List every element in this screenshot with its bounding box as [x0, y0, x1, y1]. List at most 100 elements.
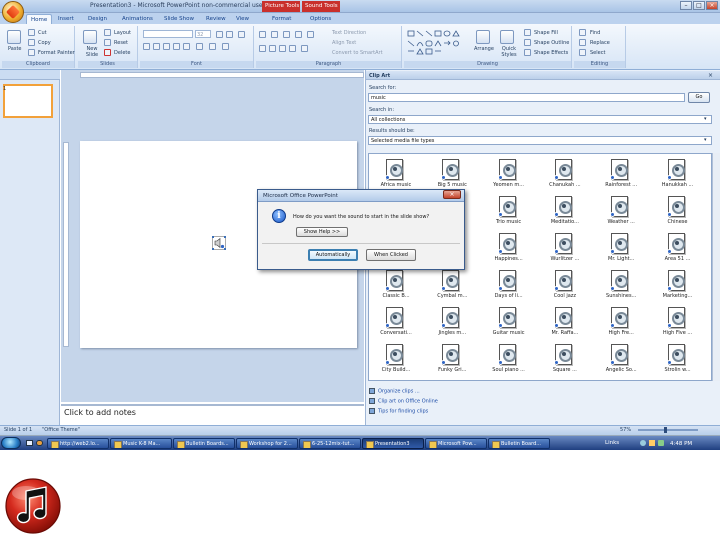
clip-item[interactable]: Sunshines...	[598, 269, 644, 305]
when-clicked-button[interactable]: When Clicked	[366, 249, 416, 261]
shape-outline-button[interactable]: Shape Outline	[534, 40, 569, 46]
select-icon[interactable]	[579, 49, 586, 56]
search-input[interactable]: music	[368, 93, 685, 102]
close-button[interactable]: ×	[706, 1, 718, 10]
line-spacing-icon[interactable]	[307, 31, 314, 38]
notes-placeholder[interactable]: Click to add notes	[64, 408, 136, 417]
start-button[interactable]	[1, 437, 21, 449]
clip-item[interactable]: Conversati...	[373, 306, 419, 342]
taskbar-button[interactable]: 6-25-12mix-tut...	[299, 438, 361, 449]
paste-label[interactable]: Paste	[8, 46, 22, 52]
shape-fill-icon[interactable]	[524, 29, 531, 36]
italic-icon[interactable]	[153, 43, 160, 50]
clip-item[interactable]: Chinese	[655, 195, 701, 231]
show-help-button[interactable]: Show Help >>	[296, 227, 348, 237]
align-right-icon[interactable]	[279, 45, 286, 52]
select-button[interactable]: Select	[590, 50, 605, 56]
taskbar-button[interactable]: Bulletin Board...	[488, 438, 550, 449]
zoom-slider[interactable]	[638, 429, 698, 431]
format-painter-button[interactable]: Format Painter	[38, 50, 75, 56]
clip-item[interactable]: Weather ...	[598, 195, 644, 231]
tab-animations[interactable]: Animations	[118, 14, 157, 24]
delete-button[interactable]: Delete	[114, 50, 130, 56]
maximize-button[interactable]: □	[693, 1, 705, 10]
clip-item[interactable]: Guitar music	[486, 306, 532, 342]
office-online-link[interactable]: Clip art on Office Online	[369, 398, 438, 405]
clip-item[interactable]: Square ...	[542, 343, 588, 379]
tab-view[interactable]: View	[232, 14, 253, 24]
clip-item[interactable]: Jingles m...	[429, 306, 475, 342]
shapes-gallery[interactable]	[407, 29, 469, 55]
results-select[interactable]: Selected media file types	[368, 136, 712, 145]
clip-item[interactable]: Cymbal m...	[429, 269, 475, 305]
clip-item[interactable]: Marketing...	[655, 269, 701, 305]
paste-icon[interactable]	[7, 30, 21, 44]
results-dropdown-icon[interactable]: ▾	[704, 137, 707, 143]
reset-icon[interactable]	[104, 39, 111, 46]
cut-icon[interactable]	[28, 29, 35, 36]
new-slide-button[interactable]: New Slide	[81, 46, 103, 58]
security-icon[interactable]	[658, 440, 664, 446]
increase-indent-icon[interactable]	[295, 31, 302, 38]
bold-icon[interactable]	[143, 43, 150, 50]
clip-item[interactable]: Hanukkah ...	[655, 158, 701, 194]
slide-thumbnail[interactable]	[3, 84, 53, 118]
clip-item[interactable]: Funky Gri...	[429, 343, 475, 379]
bullets-icon[interactable]	[259, 31, 266, 38]
shadow-icon[interactable]	[183, 43, 190, 50]
show-desktop-icon[interactable]	[26, 440, 33, 446]
cut-button[interactable]: Cut	[38, 30, 47, 36]
dialog-close-button[interactable]: ×	[443, 190, 461, 199]
taskbar-button[interactable]: Microsoft Pow...	[425, 438, 487, 449]
find-button[interactable]: Find	[590, 30, 600, 36]
taskbar-button[interactable]: Workshop for 2...	[236, 438, 298, 449]
new-slide-icon[interactable]	[83, 30, 97, 44]
tab-slide-show[interactable]: Slide Show	[160, 14, 198, 24]
clip-item[interactable]: Strolin w...	[655, 343, 701, 379]
organize-clips-link[interactable]: Organize clips ...	[369, 388, 420, 395]
minimize-button[interactable]: –	[680, 1, 692, 10]
font-color-icon[interactable]	[222, 43, 229, 50]
format-painter-icon[interactable]	[28, 49, 35, 56]
clip-item[interactable]: Days of li...	[486, 269, 532, 305]
clip-item[interactable]: Mr. Light...	[598, 232, 644, 268]
clip-item[interactable]: City Build...	[373, 343, 419, 379]
columns-icon[interactable]	[301, 45, 308, 52]
clip-item[interactable]: Wurlitzer ...	[542, 232, 588, 268]
browser-quicklaunch-icon[interactable]	[36, 440, 43, 446]
clip-item[interactable]: Trio music	[486, 195, 532, 231]
strikethrough-icon[interactable]	[173, 43, 180, 50]
clip-item[interactable]: Yeomen m...	[486, 158, 532, 194]
go-button[interactable]: Go	[688, 92, 710, 103]
clip-item[interactable]: High Fre...	[598, 306, 644, 342]
align-left-icon[interactable]	[259, 45, 266, 52]
clock[interactable]: 4:48 PM	[670, 441, 692, 447]
arrange-button[interactable]: Arrange	[474, 46, 494, 52]
delete-icon[interactable]	[104, 49, 111, 56]
clip-item[interactable]: High Five ...	[655, 306, 701, 342]
clip-item[interactable]: Classic B...	[373, 269, 419, 305]
clip-item[interactable]: Happines...	[486, 232, 532, 268]
quick-styles-icon[interactable]	[500, 30, 514, 44]
taskbar-button[interactable]: http://web2.lo...	[47, 438, 109, 449]
character-spacing-icon[interactable]	[196, 43, 203, 50]
font-size-field[interactable]: 32	[195, 30, 211, 38]
convert-smartart-button[interactable]: Convert to SmartArt	[332, 50, 383, 56]
justify-icon[interactable]	[289, 45, 296, 52]
arrange-icon[interactable]	[476, 30, 490, 44]
automatically-button[interactable]: Automatically	[308, 249, 358, 261]
shape-outline-icon[interactable]	[524, 39, 531, 46]
decrease-indent-icon[interactable]	[283, 31, 290, 38]
copy-button[interactable]: Copy	[38, 40, 51, 46]
office-button[interactable]	[2, 1, 24, 23]
tab-format[interactable]: Format	[268, 14, 295, 24]
layout-icon[interactable]	[104, 29, 111, 36]
replace-icon[interactable]	[579, 39, 586, 46]
zoom-level[interactable]: 57%	[620, 427, 631, 433]
slides-panel-tabs[interactable]	[0, 70, 60, 80]
align-text-button[interactable]: Align Text	[332, 40, 356, 46]
shape-effects-icon[interactable]	[524, 49, 531, 56]
quick-styles-button[interactable]: Quick Styles	[498, 46, 520, 58]
clip-item[interactable]: Rainforest ...	[598, 158, 644, 194]
results-scrollbar[interactable]	[712, 153, 720, 381]
